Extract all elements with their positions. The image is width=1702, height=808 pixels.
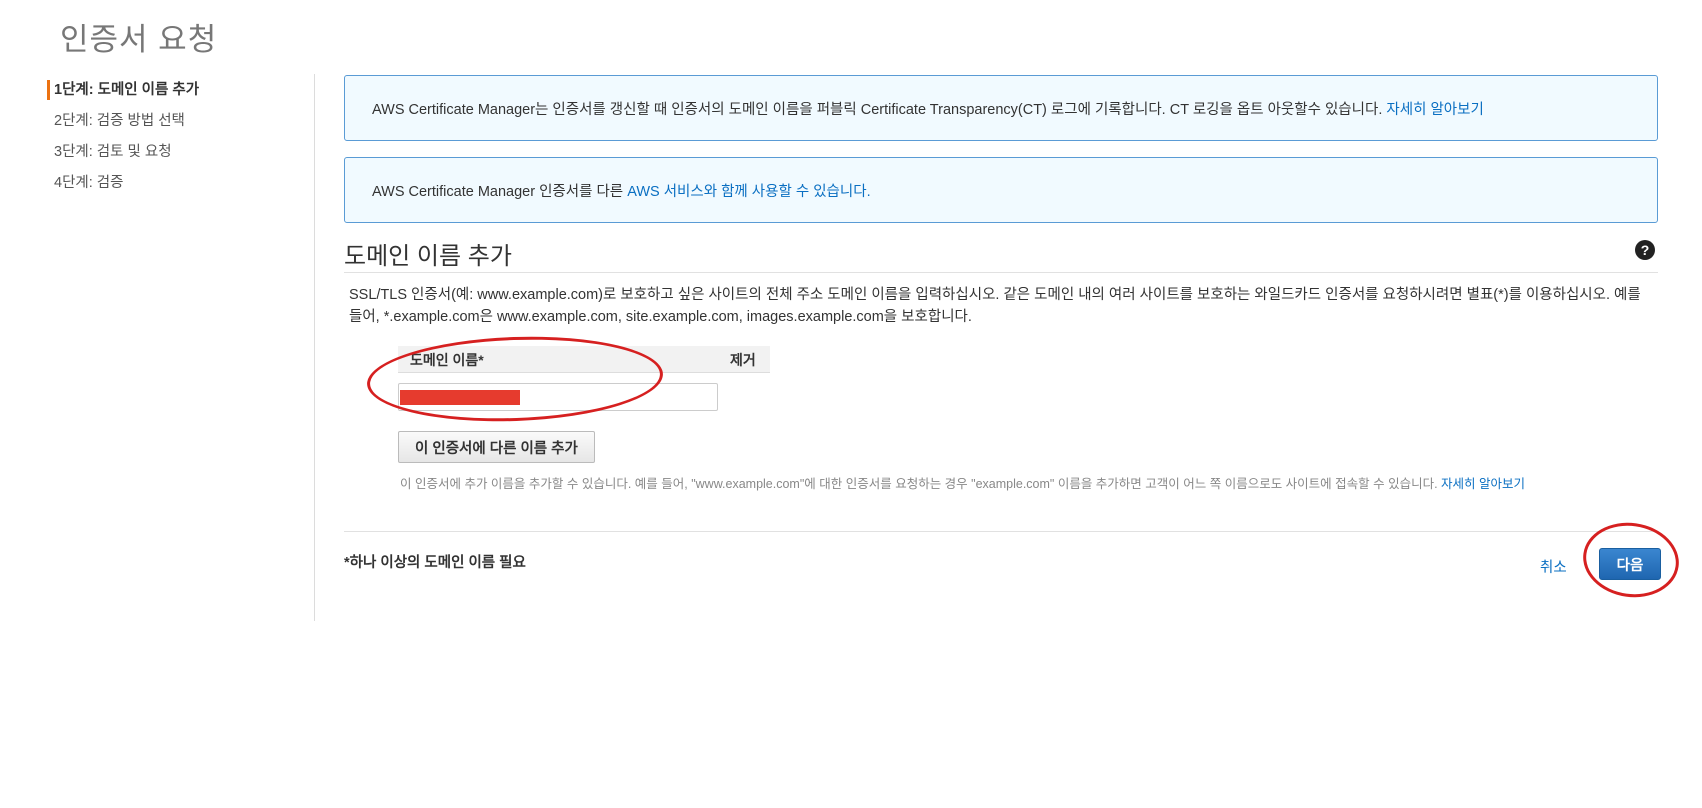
step-3-review-request[interactable]: 3단계: 검토 및 요청 [47, 142, 307, 173]
step-2-validation-method[interactable]: 2단계: 검증 방법 선택 [47, 111, 307, 142]
sidebar-divider [314, 74, 315, 621]
domain-table-header: 도메인 이름* 제거 [398, 346, 770, 373]
step-1-domain-names[interactable]: 1단계: 도메인 이름 추가 [47, 80, 307, 111]
additional-names-hint: 이 인증서에 추가 이름을 추가할 수 있습니다. 예를 들어, "www.ex… [400, 477, 1526, 491]
question-circle-icon[interactable]: ? [1635, 240, 1655, 260]
section-title: 도메인 이름 추가 [344, 243, 512, 270]
ct-learn-more-link[interactable]: 자세히 알아보기 [1386, 102, 1483, 118]
step-4-validation[interactable]: 4단계: 검증 [47, 173, 307, 204]
cancel-link[interactable]: 취소 [1540, 556, 1567, 577]
redaction-mark [400, 390, 520, 405]
required-note: *하나 이상의 도메인 이름 필요 [344, 555, 526, 571]
aws-services-info-box: AWS Certificate Manager 인증서를 다른 AWS 서비스와… [344, 157, 1658, 223]
steps-nav: 1단계: 도메인 이름 추가 2단계: 검증 방법 선택 3단계: 검토 및 요… [47, 80, 307, 204]
domain-name-column-header: 도메인 이름* [410, 352, 484, 368]
ct-logging-info-box: AWS Certificate Manager는 인증서를 갱신할 때 인증서의… [344, 75, 1658, 141]
domain-name-table: 도메인 이름* 제거 [398, 346, 770, 411]
page-title: 인증서 요청 [60, 22, 218, 57]
section-header: 도메인 이름 추가 ? [344, 236, 1658, 273]
aws-services-link[interactable]: AWS 서비스와 함께 사용할 수 있습니다. [627, 184, 870, 200]
ct-logging-text: AWS Certificate Manager는 인증서를 갱신할 때 인증서의… [372, 101, 1484, 118]
main-content: AWS Certificate Manager는 인증서를 갱신할 때 인증서의… [344, 75, 1661, 580]
next-button[interactable]: 다음 [1599, 548, 1661, 580]
hint-learn-more-link[interactable]: 자세히 알아보기 [1441, 477, 1525, 491]
section-description: SSL/TLS 인증서(예: www.example.com)로 보호하고 싶은… [349, 287, 1641, 325]
aws-services-text: AWS Certificate Manager 인증서를 다른 AWS 서비스와… [372, 183, 871, 200]
add-another-name-button[interactable]: 이 인증서에 다른 이름 추가 [398, 431, 595, 463]
footer-divider [344, 531, 1658, 532]
remove-column-header: 제거 [730, 352, 756, 368]
